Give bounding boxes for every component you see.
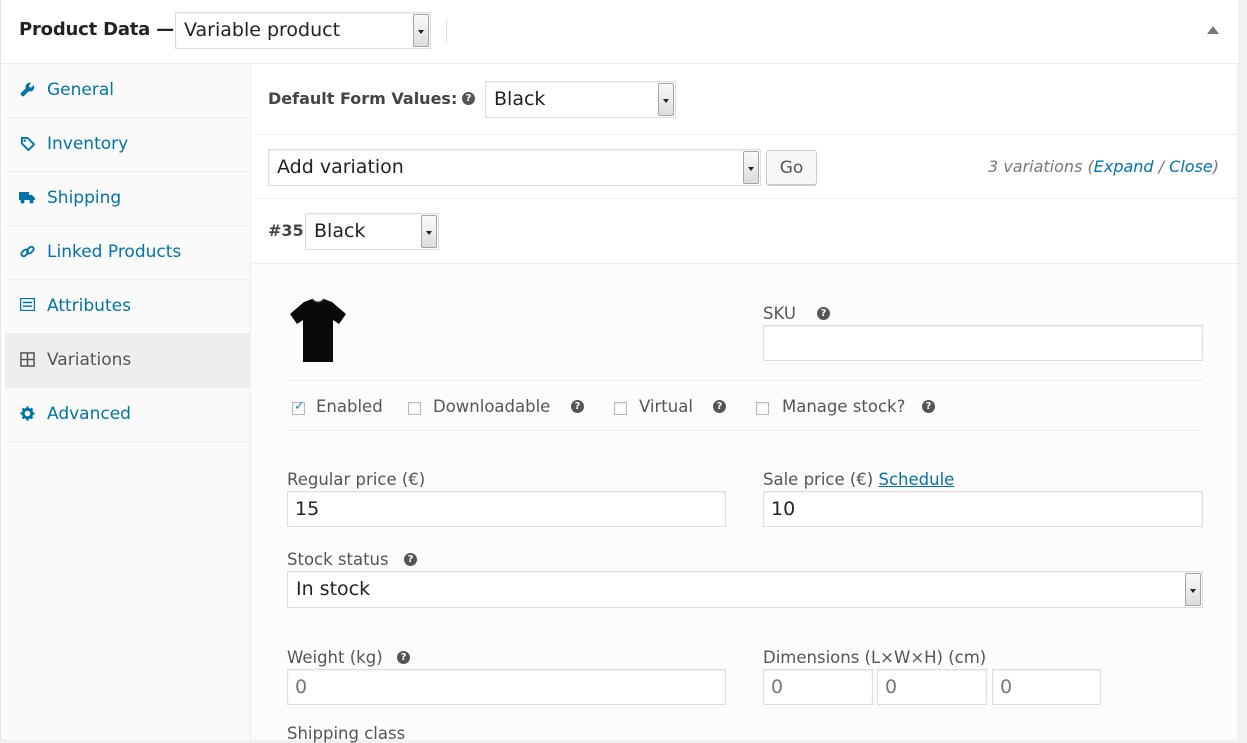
weight-label: Weight (kg) bbox=[287, 648, 383, 667]
header-divider bbox=[446, 20, 447, 42]
sku-label: SKU bbox=[763, 304, 796, 323]
variation-image[interactable] bbox=[286, 294, 350, 366]
shipping-class-label: Shipping class bbox=[287, 724, 406, 743]
expand-close-separator: / bbox=[1153, 157, 1170, 176]
divider bbox=[252, 198, 1237, 199]
regular-price-input[interactable]: 15 bbox=[287, 491, 726, 527]
manage-stock-label: Manage stock? bbox=[782, 397, 906, 416]
chevron-down-icon bbox=[658, 83, 674, 116]
truck-icon bbox=[19, 190, 35, 206]
regular-price-label: Regular price (€) bbox=[287, 470, 426, 489]
variations-panel: Default Form Values: ? Black Add variati… bbox=[252, 64, 1237, 743]
add-variation-select[interactable]: Add variation bbox=[268, 149, 761, 186]
variation-details: SKU ? Enabled Downloadable ? Virtual ? M… bbox=[252, 264, 1237, 743]
help-icon[interactable]: ? bbox=[713, 400, 726, 413]
product-data-panel: Product Data — Variable product General … bbox=[0, 0, 1238, 743]
sale-price-label-text: Sale price (€) bbox=[763, 470, 874, 489]
sale-price-label: Sale price (€) Schedule bbox=[763, 470, 954, 489]
variations-count-text: 3 variations bbox=[988, 157, 1083, 176]
tab-attributes-label: Attributes bbox=[47, 296, 131, 316]
product-type-select[interactable]: Variable product bbox=[175, 12, 431, 49]
stock-status-value: In stock bbox=[296, 578, 371, 600]
chevron-down-icon bbox=[1185, 573, 1201, 606]
downloadable-label: Downloadable bbox=[433, 397, 551, 416]
virtual-checkbox[interactable] bbox=[614, 402, 627, 415]
default-color-value: Black bbox=[494, 88, 546, 110]
gear-icon bbox=[19, 406, 35, 422]
enabled-label: Enabled bbox=[316, 397, 383, 416]
tab-inventory-label: Inventory bbox=[47, 134, 129, 154]
list-icon bbox=[19, 297, 35, 314]
enabled-checkbox[interactable] bbox=[292, 399, 305, 415]
panel-title: Product Data — bbox=[19, 19, 174, 40]
stock-status-label: Stock status bbox=[287, 550, 389, 569]
width-input[interactable]: 0 bbox=[877, 669, 987, 705]
help-icon[interactable]: ? bbox=[922, 400, 935, 413]
default-color-select[interactable]: Black bbox=[485, 81, 676, 118]
dimensions-label: Dimensions (L×W×H) (cm) bbox=[763, 648, 987, 667]
collapse-arrow-icon[interactable] bbox=[1207, 26, 1219, 34]
schedule-link[interactable]: Schedule bbox=[879, 470, 955, 489]
variation-id: #35 bbox=[268, 221, 304, 240]
tag-icon bbox=[19, 136, 35, 152]
grid-icon bbox=[19, 352, 35, 368]
tab-variations-label: Variations bbox=[47, 350, 132, 370]
variation-color-value: Black bbox=[314, 220, 366, 242]
tab-advanced-label: Advanced bbox=[47, 404, 131, 424]
tab-linked-products-label: Linked Products bbox=[47, 242, 182, 262]
default-form-values-label: Default Form Values: bbox=[268, 89, 458, 108]
sku-input[interactable] bbox=[763, 325, 1203, 361]
help-icon[interactable]: ? bbox=[817, 307, 830, 320]
tab-variations[interactable]: Variations bbox=[5, 334, 251, 388]
weight-input[interactable]: 0 bbox=[287, 669, 726, 705]
product-type-value: Variable product bbox=[184, 19, 341, 41]
help-icon[interactable]: ? bbox=[462, 92, 475, 105]
sale-price-input[interactable]: 10 bbox=[763, 491, 1203, 527]
chevron-down-icon bbox=[743, 151, 759, 184]
manage-stock-checkbox[interactable] bbox=[756, 402, 769, 415]
divider bbox=[287, 430, 1203, 431]
length-input[interactable]: 0 bbox=[763, 669, 873, 705]
tab-attributes[interactable]: Attributes bbox=[5, 280, 251, 334]
variations-count: 3 variations (Expand / Close) bbox=[988, 157, 1219, 176]
tab-linked-products[interactable]: Linked Products bbox=[5, 226, 251, 280]
divider bbox=[252, 134, 1237, 135]
height-input[interactable]: 0 bbox=[992, 669, 1101, 705]
help-icon[interactable]: ? bbox=[571, 400, 584, 413]
close-link[interactable]: Close bbox=[1169, 157, 1213, 176]
panel-header: Product Data — Variable product bbox=[1, 0, 1238, 64]
add-variation-value: Add variation bbox=[277, 156, 404, 178]
tab-general-label: General bbox=[47, 80, 114, 100]
tab-advanced[interactable]: Advanced bbox=[5, 388, 251, 442]
help-icon[interactable]: ? bbox=[397, 651, 410, 664]
go-button[interactable]: Go bbox=[766, 150, 817, 185]
variation-color-select[interactable]: Black bbox=[305, 213, 439, 250]
chevron-down-icon bbox=[421, 215, 437, 248]
stock-status-select[interactable]: In stock bbox=[287, 571, 1203, 608]
tab-shipping[interactable]: Shipping bbox=[5, 172, 251, 226]
product-data-tabs: General Inventory Shipping Linked Produc… bbox=[5, 64, 251, 740]
link-icon bbox=[19, 244, 35, 260]
chevron-down-icon bbox=[413, 14, 429, 47]
divider bbox=[287, 380, 1203, 381]
downloadable-checkbox[interactable] bbox=[408, 402, 421, 415]
virtual-label: Virtual bbox=[639, 397, 693, 416]
wrench-icon bbox=[19, 82, 35, 98]
help-icon[interactable]: ? bbox=[404, 553, 417, 566]
tab-shipping-label: Shipping bbox=[47, 188, 122, 208]
tab-general[interactable]: General bbox=[5, 64, 251, 118]
expand-link[interactable]: Expand bbox=[1094, 157, 1154, 176]
tab-inventory[interactable]: Inventory bbox=[5, 118, 251, 172]
